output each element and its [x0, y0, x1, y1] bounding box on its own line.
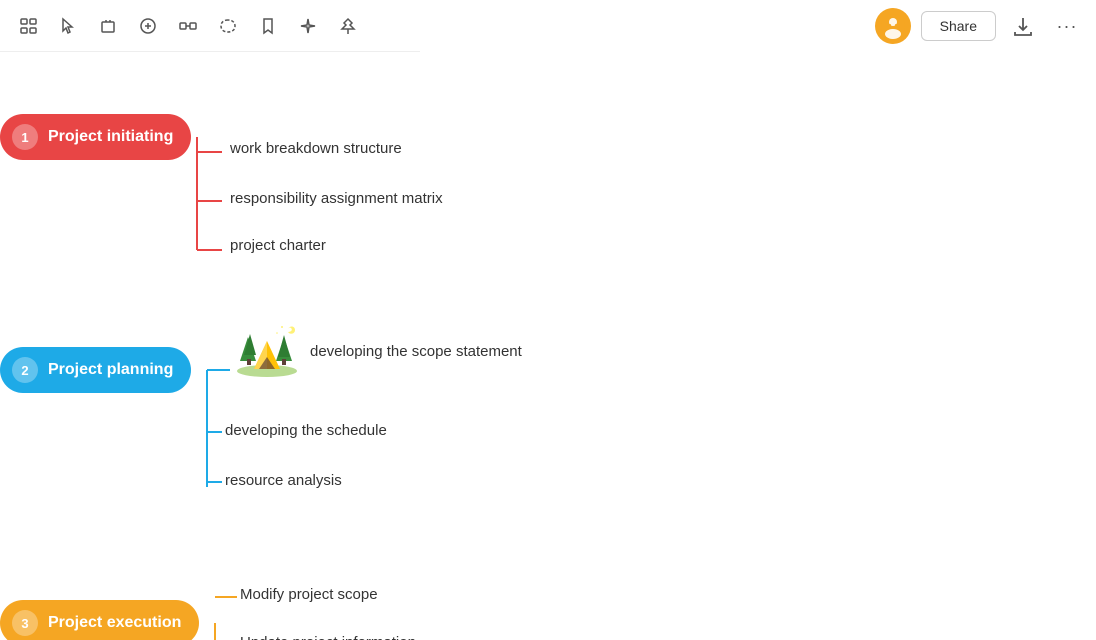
phase-2-item-1: developing the scope statement — [310, 343, 522, 360]
phase-1-item-3: project charter — [230, 237, 326, 254]
phase-3-node[interactable]: 3 Project execution — [0, 600, 199, 640]
select-tool-icon[interactable] — [12, 10, 44, 42]
phase-1-item-2: responsibility assignment matrix — [230, 190, 443, 207]
phase-3-number: 3 — [12, 610, 38, 636]
add-tool-icon[interactable] — [132, 10, 164, 42]
pin-tool-icon[interactable] — [332, 10, 364, 42]
share-button[interactable]: Share — [921, 11, 996, 41]
phase-1-item-1: work breakdown structure — [230, 140, 402, 157]
download-button[interactable] — [1006, 9, 1040, 43]
phase-2-item-2: developing the schedule — [225, 422, 387, 439]
phase-1-label: Project initiating — [48, 128, 173, 146]
phase-2-node[interactable]: 2 Project planning — [0, 347, 191, 393]
phase-3-item-1: Modify project scope — [240, 586, 378, 603]
phase-1-number: 1 — [12, 124, 38, 150]
sparkle-tool-icon[interactable] — [292, 10, 324, 42]
avatar-button[interactable] — [875, 8, 911, 44]
mind-map-canvas: 1 Project initiating work breakdown stru… — [0, 52, 1096, 640]
lasso-tool-icon[interactable] — [212, 10, 244, 42]
phase-2-label: Project planning — [48, 361, 173, 379]
frame-tool-icon[interactable] — [92, 10, 124, 42]
phase-2-number: 2 — [12, 357, 38, 383]
pointer-tool-icon[interactable] — [52, 10, 84, 42]
phase-3-label: Project execution — [48, 614, 181, 632]
phase-1-node[interactable]: 1 Project initiating — [0, 114, 191, 160]
connector-tool-icon[interactable] — [172, 10, 204, 42]
more-button[interactable]: ··· — [1050, 9, 1084, 43]
bookmark-tool-icon[interactable] — [252, 10, 284, 42]
phase-2-item-3: resource analysis — [225, 472, 342, 489]
phase-2-item-1-container: developing the scope statement — [232, 319, 522, 384]
header-right: Share ··· — [875, 8, 1084, 44]
toolbar — [0, 0, 420, 52]
phase-3-item-2: Update project information — [240, 634, 416, 640]
camping-image — [232, 319, 302, 384]
camping-svg — [232, 319, 302, 379]
